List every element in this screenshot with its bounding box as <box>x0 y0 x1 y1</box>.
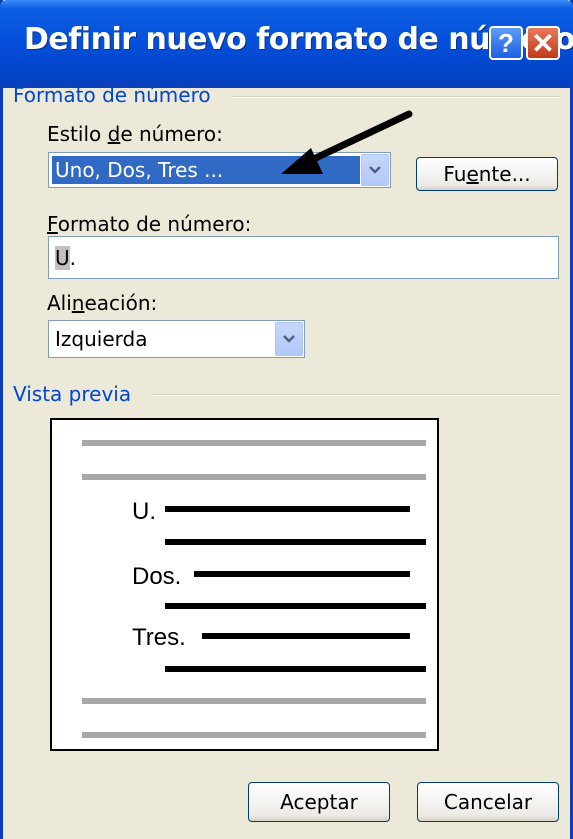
alignment-dropdown[interactable]: Izquierda <box>48 320 305 358</box>
cancel-button[interactable]: Cancelar <box>417 782 559 822</box>
alignment-label: Alineación: <box>47 291 158 315</box>
close-x-icon: ✕ <box>531 27 555 59</box>
arrow-annotation <box>281 110 413 174</box>
number-style-value: Uno, Dos, Tres ... <box>55 158 224 182</box>
question-mark-icon: ? <box>498 27 514 58</box>
group-divider <box>231 96 559 98</box>
alignment-value: Izquierda <box>55 327 148 351</box>
alignment-dropdown-button[interactable] <box>275 322 303 356</box>
preview-item-label: U. <box>132 498 156 525</box>
number-format-group-label: Formato de número <box>13 83 211 107</box>
preview-item-label: Dos. <box>132 563 182 590</box>
preview-gray-line <box>82 474 426 480</box>
number-format-value: U. <box>55 245 76 270</box>
preview-black-line <box>202 633 410 639</box>
preview-black-line <box>165 539 426 545</box>
preview-gray-line <box>82 698 426 704</box>
title-bar[interactable]: Definir nuevo formato de número ? ✕ <box>0 0 573 88</box>
help-button[interactable]: ? <box>489 26 523 60</box>
close-button[interactable]: ✕ <box>526 26 560 60</box>
number-format-input[interactable]: U. <box>48 236 559 279</box>
font-button[interactable]: Fu e nte... <box>416 157 558 191</box>
preview-item-label: Tres. <box>132 624 186 651</box>
preview-gray-line <box>82 732 426 738</box>
chevron-down-icon <box>283 335 295 343</box>
dialog-window: Definir nuevo formato de número ? ✕ Form… <box>0 0 573 839</box>
preview-gray-line <box>82 440 426 446</box>
preview-black-line <box>165 506 410 512</box>
ok-button[interactable]: Aceptar <box>248 782 390 822</box>
group-divider <box>153 394 559 396</box>
preview-box: U. Dos. Tres. <box>50 418 439 751</box>
preview-black-line <box>165 603 426 609</box>
preview-black-line <box>165 666 426 672</box>
preview-black-line <box>194 571 410 577</box>
preview-group-label: Vista previa <box>13 382 132 406</box>
number-format-label: Formato de número: <box>47 212 252 236</box>
number-style-label: Estilo de número: <box>47 122 223 146</box>
